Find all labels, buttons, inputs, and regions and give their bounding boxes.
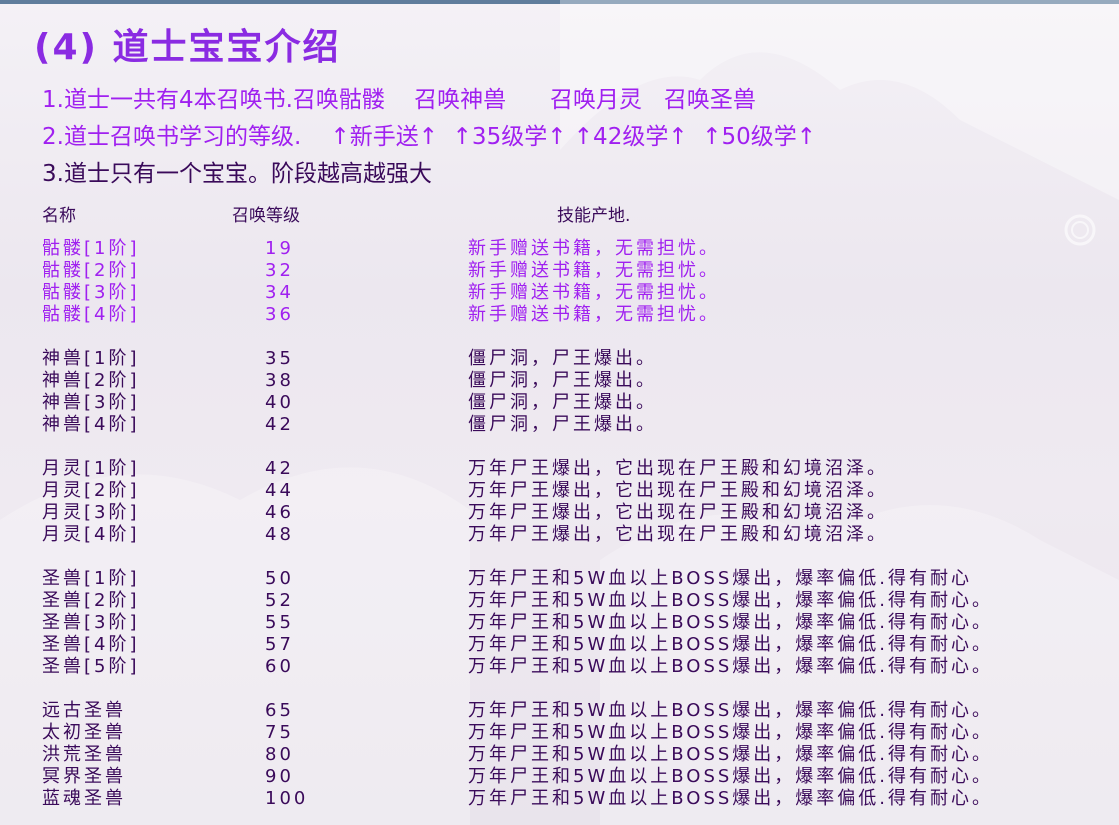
column-header-level: 召唤等级 <box>232 206 300 226</box>
intro-line-1: 1.道士一共有4本召唤书.召唤骷髅 召唤神兽 召唤月灵 召唤圣兽 <box>42 87 756 113</box>
row-level: 42 <box>265 458 294 479</box>
row-name: 神兽[4阶] <box>42 414 140 435</box>
row-level: 52 <box>265 590 294 611</box>
row-source: 万年尸王和5W血以上BOSS爆出，爆率偏低.得有耐心。 <box>468 744 994 765</box>
row-source: 万年尸王爆出，它出现在尸王殿和幻境沼泽。 <box>468 524 888 545</box>
row-name: 远古圣兽 <box>42 700 126 721</box>
row-source: 僵尸洞，尸王爆出。 <box>468 414 657 435</box>
row-source: 僵尸洞，尸王爆出。 <box>468 392 657 413</box>
row-name: 冥界圣兽 <box>42 766 126 787</box>
row-level: 46 <box>265 502 294 523</box>
row-name: 月灵[3阶] <box>42 502 140 523</box>
row-name: 圣兽[2阶] <box>42 590 140 611</box>
row-level: 65 <box>265 700 294 721</box>
row-source: 新手赠送书籍，无需担忧。 <box>468 304 720 325</box>
row-source: 万年尸王和5W血以上BOSS爆出，爆率偏低.得有耐心。 <box>468 766 994 787</box>
column-header-source: 技能产地. <box>557 206 631 226</box>
row-name: 骷髅[2阶] <box>42 260 140 281</box>
row-source: 万年尸王和5W血以上BOSS爆出，爆率偏低.得有耐心。 <box>468 788 994 809</box>
row-level: 75 <box>265 722 294 743</box>
row-name: 神兽[3阶] <box>42 392 140 413</box>
row-level: 50 <box>265 568 294 589</box>
row-level: 57 <box>265 634 294 655</box>
row-name: 圣兽[5阶] <box>42 656 140 677</box>
row-level: 42 <box>265 414 294 435</box>
column-header-name: 名称 <box>42 206 76 226</box>
row-source: 万年尸王爆出，它出现在尸王殿和幻境沼泽。 <box>468 458 888 479</box>
row-name: 骷髅[4阶] <box>42 304 140 325</box>
intro-line-2: 2.道士召唤书学习的等级. ↑新手送↑ ↑35级学↑ ↑42级学↑ ↑50级学↑ <box>42 124 817 150</box>
row-name: 神兽[1阶] <box>42 348 140 369</box>
row-level: 60 <box>265 656 294 677</box>
row-level: 32 <box>265 260 294 281</box>
intro-section: 1.道士一共有4本召唤书.召唤骷髅 召唤神兽 召唤月灵 召唤圣兽 2.道士召唤书… <box>42 80 816 191</box>
row-source: 僵尸洞，尸王爆出。 <box>468 370 657 391</box>
row-level: 35 <box>265 348 294 369</box>
row-name: 月灵[1阶] <box>42 458 140 479</box>
row-name: 太初圣兽 <box>42 722 126 743</box>
row-source: 万年尸王和5W血以上BOSS爆出，爆率偏低.得有耐心。 <box>468 612 994 633</box>
row-source: 万年尸王爆出，它出现在尸王殿和幻境沼泽。 <box>468 480 888 501</box>
row-source: 新手赠送书籍，无需担忧。 <box>468 260 720 281</box>
row-level: 19 <box>265 238 294 259</box>
row-name: 骷髅[1阶] <box>42 238 140 259</box>
row-name: 月灵[2阶] <box>42 480 140 501</box>
row-level: 36 <box>265 304 294 325</box>
row-source: 万年尸王和5W血以上BOSS爆出，爆率偏低.得有耐心。 <box>468 656 994 677</box>
row-name: 圣兽[1阶] <box>42 568 140 589</box>
row-source: 新手赠送书籍，无需担忧。 <box>468 238 720 259</box>
row-name: 蓝魂圣兽 <box>42 788 126 809</box>
row-level: 34 <box>265 282 294 303</box>
row-source: 新手赠送书籍，无需担忧。 <box>468 282 720 303</box>
row-name: 月灵[4阶] <box>42 524 140 545</box>
row-level: 40 <box>265 392 294 413</box>
row-level: 80 <box>265 744 294 765</box>
top-border <box>0 0 1119 4</box>
row-source: 万年尸王和5W血以上BOSS爆出，爆率偏低.得有耐心。 <box>468 722 994 743</box>
row-source: 万年尸王爆出，它出现在尸王殿和幻境沼泽。 <box>468 502 888 523</box>
row-name: 圣兽[4阶] <box>42 634 140 655</box>
row-source: 万年尸王和5W血以上BOSS爆出，爆率偏低.得有耐心。 <box>468 590 994 611</box>
page-title: (4) 道士宝宝介绍 <box>34 27 341 68</box>
row-level: 55 <box>265 612 294 633</box>
row-name: 骷髅[3阶] <box>42 282 140 303</box>
row-source: 万年尸王和5W血以上BOSS爆出，爆率偏低.得有耐心。 <box>468 700 994 721</box>
intro-line-3: 3.道士只有一个宝宝。阶段越高越强大 <box>42 161 432 187</box>
row-level: 38 <box>265 370 294 391</box>
row-name: 神兽[2阶] <box>42 370 140 391</box>
row-name: 圣兽[3阶] <box>42 612 140 633</box>
row-level: 44 <box>265 480 294 501</box>
row-source: 万年尸王和5W血以上BOSS爆出，爆率偏低.得有耐心 <box>468 568 973 589</box>
row-source: 僵尸洞，尸王爆出。 <box>468 348 657 369</box>
row-name: 洪荒圣兽 <box>42 744 126 765</box>
row-level: 100 <box>265 788 309 809</box>
row-level: 48 <box>265 524 294 545</box>
row-level: 90 <box>265 766 294 787</box>
row-source: 万年尸王和5W血以上BOSS爆出，爆率偏低.得有耐心。 <box>468 634 994 655</box>
